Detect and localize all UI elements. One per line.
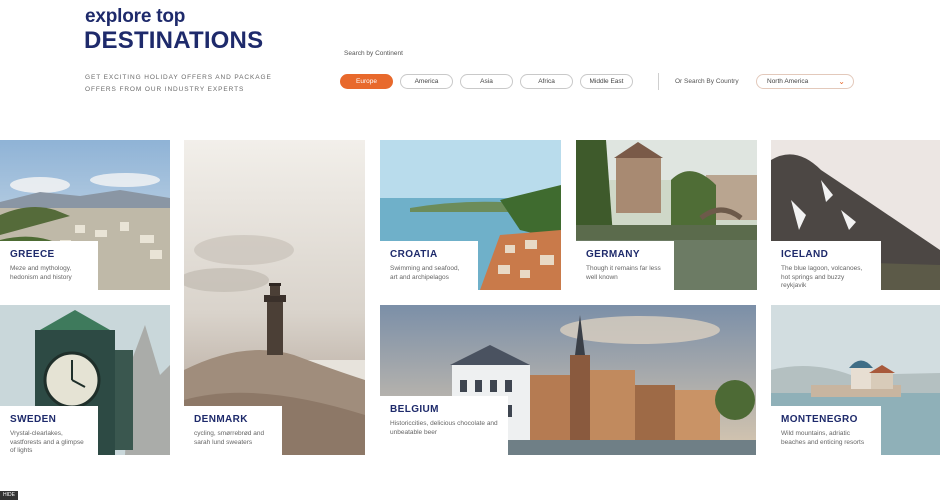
destination-name: CROATIA	[390, 249, 438, 260]
destination-tile-iceland[interactable]: ICELAND The blue lagoon, volcanoes, hot …	[771, 140, 940, 290]
destination-tile-belgium[interactable]: BELGIUM Historiccities, delicious chocol…	[380, 305, 756, 455]
continent-filter: Europe America Asia Africa Middle East	[340, 74, 633, 89]
destination-name: SWEDEN	[10, 414, 57, 425]
destination-description: Swimming and seafood, art and archipelag…	[390, 265, 460, 281]
destination-description: The blue lagoon, volcanoes, hot springs …	[781, 265, 863, 289]
continent-search-label: Search by Continent	[344, 50, 403, 57]
destination-card: SWEDEN Vrystal-clearlakes, vastforests a…	[0, 406, 98, 455]
destination-description: Vrystal-clearlakes, vastforests and a gl…	[10, 430, 84, 454]
destination-card: GERMANY Though it remains far less well …	[576, 241, 674, 290]
country-search-label: Or Search By Country	[675, 78, 739, 85]
continent-pill-africa[interactable]: Africa	[520, 74, 573, 89]
destination-card: BELGIUM Historiccities, delicious chocol…	[380, 396, 508, 455]
destination-card: GREECE Meze and mythology, hedonism and …	[0, 241, 98, 290]
destination-card: DENMARK cycling, smørrebrød and sarah lu…	[184, 406, 282, 455]
destination-description: Wild mountains, adriatic beaches and ent…	[781, 430, 865, 446]
destination-card: MONTENEGRO Wild mountains, adriatic beac…	[771, 406, 881, 455]
destination-name: MONTENEGRO	[781, 414, 858, 425]
destination-description: cycling, smørrebrød and sarah lund sweat…	[194, 430, 265, 446]
continent-pill-asia[interactable]: Asia	[460, 74, 513, 89]
destination-tile-germany[interactable]: GERMANY Though it remains far less well …	[576, 140, 757, 290]
destination-tile-montenegro[interactable]: MONTENEGRO Wild mountains, adriatic beac…	[771, 305, 940, 455]
continent-pill-america[interactable]: America	[400, 74, 453, 89]
destination-tile-sweden[interactable]: SWEDEN Vrystal-clearlakes, vastforests a…	[0, 305, 170, 455]
hide-button[interactable]: HIDE	[0, 491, 18, 500]
destination-tile-greece[interactable]: GREECE Meze and mythology, hedonism and …	[0, 140, 170, 290]
chevron-down-icon: ⌄	[838, 77, 845, 86]
country-select[interactable]: North America ⌄	[756, 74, 854, 89]
destination-description: Meze and mythology, hedonism and history	[10, 265, 72, 281]
destination-name: BELGIUM	[390, 404, 439, 415]
country-select-value: North America	[767, 78, 809, 85]
divider	[658, 73, 659, 90]
destination-tile-denmark[interactable]: DENMARK cycling, smørrebrød and sarah lu…	[184, 140, 365, 455]
destination-card: ICELAND The blue lagoon, volcanoes, hot …	[771, 241, 881, 290]
destination-description: Though it remains far less well known	[586, 265, 661, 281]
page-title: DESTINATIONS	[84, 27, 264, 54]
header-subtitle: explore top	[85, 6, 186, 27]
destination-name: GERMANY	[586, 249, 640, 260]
destination-name: ICELAND	[781, 249, 829, 260]
destination-tile-croatia[interactable]: CROATIA Swimming and seafood, art and ar…	[380, 140, 561, 290]
destination-name: GREECE	[10, 249, 55, 260]
tagline: GET EXCITING HOLIDAY OFFERS AND PACKAGE …	[85, 74, 272, 93]
destination-card: CROATIA Swimming and seafood, art and ar…	[380, 241, 478, 290]
destination-name: DENMARK	[194, 414, 248, 425]
destination-description: Historiccities, delicious chocolate and …	[390, 420, 498, 436]
continent-pill-middle-east[interactable]: Middle East	[580, 74, 633, 89]
continent-pill-europe[interactable]: Europe	[340, 74, 393, 89]
